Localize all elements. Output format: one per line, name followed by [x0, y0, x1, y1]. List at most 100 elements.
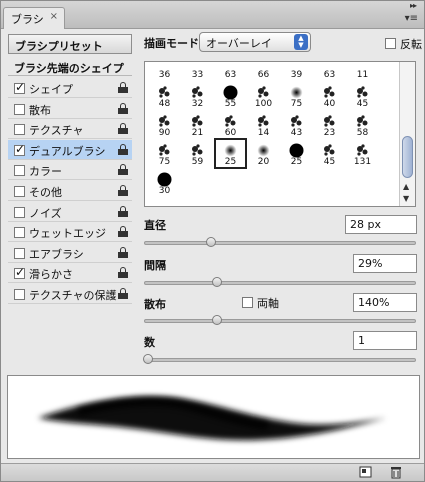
option-checkbox[interactable]	[14, 80, 25, 94]
option-checkbox[interactable]	[14, 206, 25, 218]
brush-tip-cell[interactable]: 39	[281, 62, 312, 81]
scatter-slider-knob[interactable]	[211, 315, 222, 325]
lock-icon[interactable]	[118, 164, 128, 176]
brush-tip-cell[interactable]: 66	[248, 62, 279, 81]
brush-tip-cell[interactable]: 36	[149, 62, 180, 81]
spacing-slider-knob[interactable]	[211, 277, 222, 287]
brush-tip-shape-icon	[159, 86, 170, 98]
diameter-slider[interactable]	[144, 237, 416, 247]
brush-tip-cell[interactable]: 25	[281, 139, 312, 168]
option-checkbox[interactable]	[14, 142, 25, 156]
spacing-slider[interactable]	[144, 277, 416, 287]
scroll-up-icon[interactable]: ▲	[403, 182, 409, 191]
both-axes-checkbox-box[interactable]	[242, 297, 253, 308]
brush-tip-cell[interactable]: 59	[182, 139, 213, 168]
spacing-input[interactable]: 29%	[353, 254, 417, 273]
mode-select[interactable]: オーバーレイ ▲ ▼	[199, 32, 311, 52]
brush-tip-cell[interactable]: 60	[215, 110, 246, 139]
lock-icon[interactable]	[118, 288, 128, 299]
brush-tip-cell[interactable]: 33	[182, 62, 213, 81]
lock-icon[interactable]	[118, 123, 128, 135]
option-checkbox[interactable]	[14, 227, 25, 239]
spacing-checkbox[interactable]: 間隔	[144, 257, 166, 273]
lock-icon[interactable]	[118, 143, 128, 155]
count-slider[interactable]	[143, 354, 416, 364]
brush-tip-cell[interactable]: 23	[314, 110, 345, 139]
brush-tip-cell[interactable]: 75	[149, 139, 180, 168]
brush-tip-cell[interactable]: 131	[347, 139, 378, 168]
option-row[interactable]: ノイズ	[8, 202, 132, 222]
tab-close-icon[interactable]: ×	[50, 11, 58, 22]
diameter-slider-knob[interactable]	[206, 237, 217, 247]
option-row[interactable]: 散布	[8, 99, 132, 119]
brush-tip-cell[interactable]: 32	[182, 81, 213, 110]
scroll-down-icon[interactable]: ▼	[403, 194, 409, 203]
option-checkbox[interactable]	[14, 247, 25, 259]
invert-checkbox[interactable]: 反転	[385, 36, 422, 52]
option-label: ノイズ	[29, 206, 62, 220]
option-row[interactable]: テクスチャ	[8, 119, 132, 140]
scatter-input[interactable]: 140%	[353, 293, 417, 312]
brush-tip-cell[interactable]: 21	[182, 110, 213, 139]
option-row[interactable]: シェイプ	[8, 78, 132, 98]
lock-icon[interactable]	[118, 267, 128, 279]
tab-brush[interactable]: ブラシ ×	[3, 7, 65, 29]
lock-icon[interactable]	[118, 226, 128, 238]
count-input[interactable]: 1	[353, 331, 417, 350]
brush-tip-shape-header[interactable]: ブラシ先端のシェイプ	[8, 58, 132, 76]
brush-tip-cell[interactable]: 90	[149, 110, 180, 139]
both-axes-checkbox[interactable]: 両軸	[242, 295, 279, 311]
brush-tip-cell[interactable]: 63	[215, 62, 246, 81]
scrollbar-thumb[interactable]	[402, 136, 413, 178]
panel-tab-bar: ブラシ × ▸▸ ▾≡	[1, 1, 424, 29]
lock-icon[interactable]	[118, 82, 128, 93]
brush-tip-cell[interactable]: 43	[281, 110, 312, 139]
brush-tip-cell[interactable]: 58	[347, 110, 378, 139]
lock-icon[interactable]	[118, 205, 128, 217]
option-row[interactable]: 滑らかさ	[8, 263, 132, 284]
option-checkbox[interactable]	[14, 265, 25, 280]
brush-tip-cell[interactable]: 100	[248, 81, 279, 110]
diameter-input[interactable]: 28 px	[345, 215, 417, 234]
brush-grid-scrollbar[interactable]: ▲ ▼	[399, 62, 415, 206]
option-checkbox[interactable]	[14, 186, 25, 197]
brush-tip-shape-icon	[357, 86, 368, 98]
brush-tip-cell[interactable]: 45	[347, 81, 378, 110]
lock-icon[interactable]	[118, 246, 128, 258]
option-row[interactable]: デュアルブラシ	[8, 139, 132, 160]
invert-checkbox-box[interactable]	[385, 38, 396, 49]
option-checkbox[interactable]	[14, 289, 25, 300]
new-preset-icon[interactable]	[359, 466, 373, 479]
brush-tip-cell[interactable]: 45	[314, 139, 345, 168]
lock-icon[interactable]	[118, 185, 128, 196]
trash-icon[interactable]	[389, 466, 403, 479]
brush-tip-cell[interactable]: 25	[214, 138, 247, 169]
option-checkbox[interactable]	[14, 103, 25, 115]
option-row[interactable]: テクスチャの保護	[8, 284, 132, 304]
lock-icon[interactable]	[118, 102, 128, 114]
count-slider-knob[interactable]	[143, 354, 153, 364]
option-row[interactable]: カラー	[8, 160, 132, 181]
brush-tip-cell[interactable]: 30	[149, 168, 180, 197]
brush-tip-cell[interactable]: 40	[314, 81, 345, 110]
brush-tip-cell[interactable]: 75	[281, 81, 312, 110]
brush-tip-cell[interactable]: 55	[215, 81, 246, 110]
option-row[interactable]: エアブラシ	[8, 243, 132, 263]
panel-menu-icon[interactable]: ▾≡	[405, 13, 418, 24]
scatter-label: 散布	[144, 298, 166, 311]
brush-tip-cell[interactable]: 14	[248, 110, 279, 139]
scatter-slider[interactable]	[144, 315, 416, 325]
option-row[interactable]: ウェットエッジ	[8, 222, 132, 243]
brush-tip-cell[interactable]: 63	[314, 62, 345, 81]
brush-presets-button[interactable]: ブラシプリセット	[8, 34, 132, 54]
brush-tip-cell[interactable]: 11	[347, 62, 378, 81]
brush-tip-grid: 36 33 63 66 39 63 11 48 32 55 100 75 40 45 90 21 60 14 43 2…	[144, 61, 416, 207]
option-row[interactable]: その他	[8, 181, 132, 201]
brush-tip-size: 40	[323, 99, 336, 109]
collapse-icon[interactable]: ▸▸	[410, 1, 417, 10]
option-checkbox[interactable]	[14, 165, 25, 177]
brush-tip-cell[interactable]: 48	[149, 81, 180, 110]
option-checkbox[interactable]	[14, 124, 25, 136]
brush-tip-cell[interactable]: 20	[248, 139, 279, 168]
brush-tip-size: 14	[257, 128, 270, 138]
